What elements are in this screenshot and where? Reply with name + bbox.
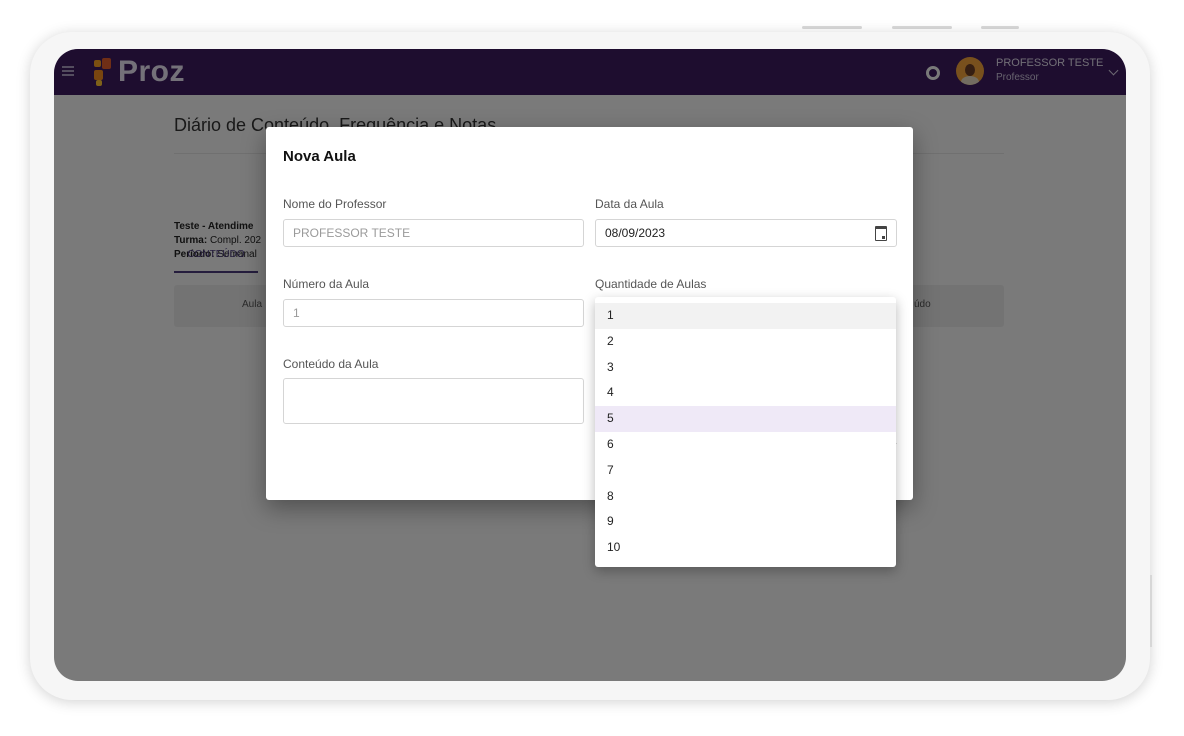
professor-field: PROFESSOR TESTE [283, 219, 584, 247]
option-5[interactable]: 5 [595, 406, 896, 432]
date-value: 08/09/2023 [605, 226, 666, 240]
option-4[interactable]: 4 [595, 380, 896, 406]
option-3[interactable]: 3 [595, 355, 896, 381]
option-9[interactable]: 9 [595, 509, 896, 535]
quantity-label: Quantidade de Aulas [595, 277, 707, 291]
date-label: Data da Aula [595, 197, 664, 211]
professor-label: Nome do Professor [283, 197, 387, 211]
number-field: 1 [283, 299, 584, 327]
content-label: Conteúdo da Aula [283, 357, 379, 371]
date-field[interactable]: 08/09/2023 [595, 219, 897, 247]
dialog-title: Nova Aula [283, 148, 356, 165]
side-scroll-indicator [1150, 575, 1152, 647]
calendar-icon[interactable] [875, 226, 887, 241]
window-controls [0, 26, 1184, 30]
quantity-dropdown[interactable]: 1 2 3 4 5 6 7 8 9 10 [595, 297, 896, 567]
content-textarea[interactable] [283, 378, 584, 424]
screen: Proz PROFESSOR TESTE Professor Diário de… [54, 49, 1126, 681]
option-6[interactable]: 6 [595, 432, 896, 458]
option-8[interactable]: 8 [595, 484, 896, 510]
number-label: Número da Aula [283, 277, 370, 291]
option-10[interactable]: 10 [595, 535, 896, 561]
option-7[interactable]: 7 [595, 458, 896, 484]
option-1[interactable]: 1 [595, 303, 896, 329]
option-2[interactable]: 2 [595, 329, 896, 355]
